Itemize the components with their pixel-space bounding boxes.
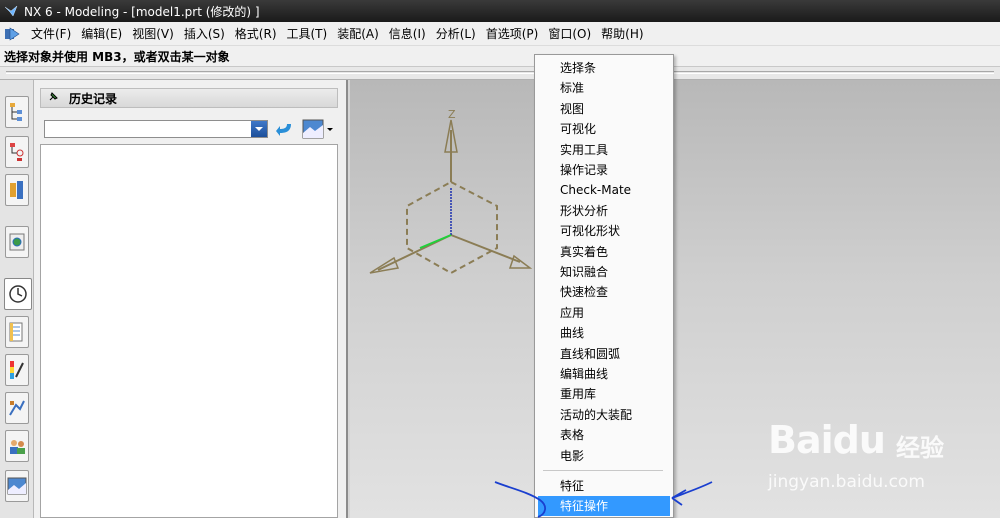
menu-item-feature-operation[interactable]: 特征操作 [538, 496, 670, 516]
menu-preferences[interactable]: 首选项(P) [481, 25, 544, 42]
menu-item-large-assembly[interactable]: 活动的大装配 [538, 405, 670, 425]
history-filter-select[interactable] [44, 120, 268, 138]
system-scene-icon[interactable] [5, 470, 29, 502]
menu-insert[interactable]: 插入(S) [179, 25, 230, 42]
menu-item-standard[interactable]: 标准 [538, 78, 670, 98]
menu-item-true-shading[interactable]: 真实着色 [538, 242, 670, 262]
menu-item-quick-check[interactable]: 快速检查 [538, 282, 670, 302]
menu-item-shape-analysis[interactable]: 形状分析 [538, 201, 670, 221]
menu-item-visualization[interactable]: 可视化 [538, 119, 670, 139]
menu-assembly[interactable]: 装配(A) [332, 25, 384, 42]
process-studio-icon[interactable] [5, 354, 29, 386]
menu-item-feature[interactable]: 特征 [538, 476, 670, 496]
menu-separator [543, 470, 663, 471]
menu-format[interactable]: 格式(R) [230, 25, 282, 42]
watermark: Baidu 经验 jingyan.baidu.com [768, 418, 998, 508]
assembly-navigator-icon[interactable] [5, 96, 29, 128]
menu-file[interactable]: 文件(F) [26, 25, 76, 42]
resource-bar [0, 80, 34, 518]
nx-logo-icon [4, 4, 18, 18]
cue-line: 选择对象并使用 MB3，或者双击某一对象 [0, 46, 1000, 66]
menu-item-edit-curve[interactable]: 编辑曲线 [538, 364, 670, 384]
constraint-navigator-icon[interactable] [5, 136, 29, 168]
menu-item-movie[interactable]: 电影 [538, 446, 670, 466]
toolbar-dock-strip [0, 66, 1000, 80]
menu-bar: 文件(F) 编辑(E) 视图(V) 插入(S) 格式(R) 工具(T) 装配(A… [0, 22, 1000, 46]
z-axis-label: Z [448, 108, 456, 121]
menu-view[interactable]: 视图(V) [127, 25, 179, 42]
menu-item-check-mate[interactable]: Check-Mate [538, 180, 670, 200]
image-options-icon[interactable] [302, 118, 334, 140]
start-icon[interactable] [4, 26, 20, 42]
menu-window[interactable]: 窗口(O) [543, 25, 596, 42]
window-title: NX 6 - Modeling - [model1.prt (修改的) ] [24, 4, 260, 19]
web-browser-icon[interactable] [5, 226, 29, 258]
title-bar: NX 6 - Modeling - [model1.prt (修改的) ] [0, 0, 1000, 22]
watermark-text: 经验 [896, 434, 944, 462]
manufacturing-wizards-icon[interactable] [5, 392, 29, 424]
navigator-header: 历史记录 [40, 88, 338, 108]
part-navigator-icon[interactable] [5, 174, 29, 206]
history-list[interactable] [40, 144, 338, 518]
menu-tools[interactable]: 工具(T) [282, 25, 333, 42]
watermark-logo: Baidu [768, 418, 886, 462]
watermark-url: jingyan.baidu.com [768, 472, 925, 492]
cue-text: 选择对象并使用 MB3，或者双击某一对象 [4, 49, 230, 64]
menu-analysis[interactable]: 分析(L) [431, 25, 481, 42]
menu-item-visual-shape[interactable]: 可视化形状 [538, 221, 670, 241]
menu-item-utility[interactable]: 实用工具 [538, 140, 670, 160]
menu-item-curve[interactable]: 曲线 [538, 323, 670, 343]
menu-item-reuse-library[interactable]: 重用库 [538, 384, 670, 404]
back-arrow-icon[interactable] [274, 120, 294, 138]
menu-item-view[interactable]: 视图 [538, 99, 670, 119]
navigator-title: 历史记录 [69, 91, 118, 106]
toolbar-context-menu: 选择条 标准 视图 可视化 实用工具 操作记录 Check-Mate 形状分析 … [534, 54, 674, 518]
chevron-down-icon[interactable] [251, 121, 267, 137]
menu-item-application[interactable]: 应用 [538, 303, 670, 323]
menu-edit[interactable]: 编辑(E) [76, 25, 127, 42]
menu-item-knowledge-fusion[interactable]: 知识融合 [538, 262, 670, 282]
history-navigator: 历史记录 [34, 80, 348, 518]
menu-item-journal[interactable]: 操作记录 [538, 160, 670, 180]
roles-icon[interactable] [5, 430, 29, 462]
menu-item-table[interactable]: 表格 [538, 425, 670, 445]
menu-help[interactable]: 帮助(H) [596, 25, 648, 42]
menu-item-selection-bar[interactable]: 选择条 [538, 58, 670, 78]
menu-information[interactable]: 信息(I) [384, 25, 431, 42]
pin-icon[interactable] [47, 91, 59, 106]
system-materials-icon[interactable] [5, 316, 29, 348]
menu-item-lines-and-arcs[interactable]: 直线和圆弧 [538, 344, 670, 364]
history-icon[interactable] [4, 278, 32, 310]
